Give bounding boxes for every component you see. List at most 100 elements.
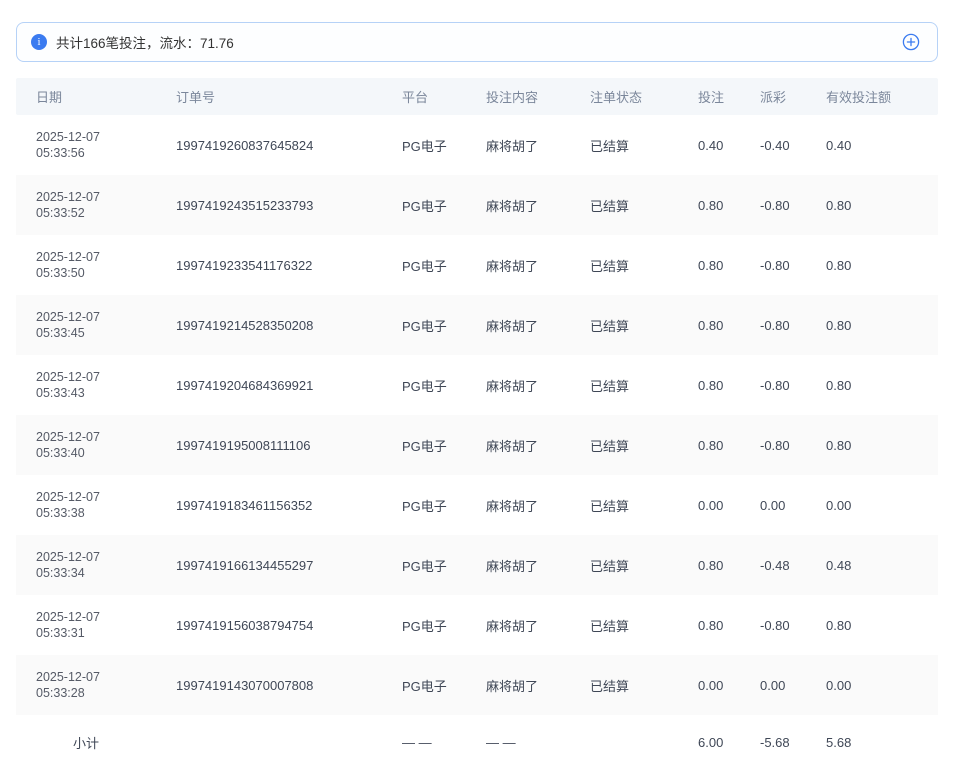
cell-content: 麻将胡了 [466, 355, 570, 415]
cell-date: 2025-12-07 05:33:28 [16, 655, 156, 715]
header-order-no: 订单号 [156, 78, 382, 115]
cell-date-day: 2025-12-07 [36, 489, 156, 505]
cell-date-time: 05:33:28 [36, 685, 156, 701]
cell-status: 已结算 [570, 475, 678, 535]
cell-platform: PG电子 [382, 295, 466, 355]
cell-date-day: 2025-12-07 [36, 309, 156, 325]
summary-text: 共计166笔投注，流水：71.76 [56, 32, 901, 52]
cell-bet: 0.80 [678, 355, 740, 415]
cell-bet: 0.80 [678, 295, 740, 355]
cell-date-day: 2025-12-07 [36, 189, 156, 205]
cell-content: 麻将胡了 [466, 655, 570, 715]
cell-valid-bet: 0.80 [806, 595, 938, 655]
cell-order-no: 1997419233541176322 [156, 235, 382, 295]
cell-date-time: 05:33:56 [36, 145, 156, 161]
cell-content: 麻将胡了 [466, 175, 570, 235]
table-row: 2025-12-07 05:33:40 1997419195008111106 … [16, 415, 938, 475]
summary-banner: i 共计166笔投注，流水：71.76 [16, 22, 938, 62]
bet-records-table: 日期 订单号 平台 投注内容 注单状态 投注 派彩 有效投注额 2025-12-… [16, 78, 938, 767]
cell-status: 已结算 [570, 235, 678, 295]
cell-bet: 0.00 [678, 655, 740, 715]
cell-order-no: 1997419183461156352 [156, 475, 382, 535]
plus-circle-icon[interactable] [901, 32, 921, 52]
cell-valid-bet: 0.00 [806, 655, 938, 715]
cell-platform: PG电子 [382, 475, 466, 535]
cell-bet: 0.40 [678, 115, 740, 175]
table-row: 2025-12-07 05:33:50 1997419233541176322 … [16, 235, 938, 295]
cell-order-no: 1997419156038794754 [156, 595, 382, 655]
table-row: 2025-12-07 05:33:28 1997419143070007808 … [16, 655, 938, 715]
cell-date-time: 05:33:50 [36, 265, 156, 281]
cell-date: 2025-12-07 05:33:40 [16, 415, 156, 475]
cell-status: 已结算 [570, 415, 678, 475]
table-footer: 小计 — — — — 6.00 -5.68 5.68 [16, 715, 938, 767]
cell-date-day: 2025-12-07 [36, 429, 156, 445]
subtotal-platform: — — [382, 715, 466, 767]
cell-platform: PG电子 [382, 415, 466, 475]
info-circle-icon: i [31, 34, 47, 50]
cell-date: 2025-12-07 05:33:45 [16, 295, 156, 355]
cell-order-no: 1997419195008111106 [156, 415, 382, 475]
cell-bet: 0.80 [678, 595, 740, 655]
cell-valid-bet: 0.80 [806, 415, 938, 475]
cell-date-time: 05:33:34 [36, 565, 156, 581]
subtotal-content: — — [466, 715, 570, 767]
cell-platform: PG电子 [382, 535, 466, 595]
cell-valid-bet: 0.80 [806, 235, 938, 295]
cell-date: 2025-12-07 05:33:43 [16, 355, 156, 415]
cell-content: 麻将胡了 [466, 415, 570, 475]
cell-platform: PG电子 [382, 235, 466, 295]
cell-date: 2025-12-07 05:33:38 [16, 475, 156, 535]
subtotal-row: 小计 — — — — 6.00 -5.68 5.68 [16, 715, 938, 767]
table-row: 2025-12-07 05:33:52 1997419243515233793 … [16, 175, 938, 235]
cell-date-day: 2025-12-07 [36, 669, 156, 685]
subtotal-status [570, 715, 678, 767]
header-status: 注单状态 [570, 78, 678, 115]
cell-content: 麻将胡了 [466, 475, 570, 535]
cell-date-day: 2025-12-07 [36, 129, 156, 145]
cell-date-time: 05:33:40 [36, 445, 156, 461]
cell-bet: 0.80 [678, 175, 740, 235]
table-row: 2025-12-07 05:33:43 1997419204684369921 … [16, 355, 938, 415]
cell-valid-bet: 0.40 [806, 115, 938, 175]
cell-order-no: 1997419166134455297 [156, 535, 382, 595]
cell-payout: -0.80 [740, 295, 806, 355]
subtotal-payout: -5.68 [740, 715, 806, 767]
cell-payout: -0.80 [740, 235, 806, 295]
table-row: 2025-12-07 05:33:31 1997419156038794754 … [16, 595, 938, 655]
cell-content: 麻将胡了 [466, 535, 570, 595]
subtotal-label: 小计 [16, 715, 156, 767]
cell-status: 已结算 [570, 595, 678, 655]
cell-date-time: 05:33:45 [36, 325, 156, 341]
cell-order-no: 1997419214528350208 [156, 295, 382, 355]
cell-valid-bet: 0.00 [806, 475, 938, 535]
cell-date: 2025-12-07 05:33:34 [16, 535, 156, 595]
cell-status: 已结算 [570, 115, 678, 175]
cell-date-day: 2025-12-07 [36, 549, 156, 565]
cell-payout: -0.48 [740, 535, 806, 595]
cell-content: 麻将胡了 [466, 595, 570, 655]
cell-date: 2025-12-07 05:33:52 [16, 175, 156, 235]
cell-platform: PG电子 [382, 115, 466, 175]
cell-order-no: 1997419260837645824 [156, 115, 382, 175]
table-row: 2025-12-07 05:33:45 1997419214528350208 … [16, 295, 938, 355]
cell-bet: 0.00 [678, 475, 740, 535]
cell-platform: PG电子 [382, 655, 466, 715]
cell-date: 2025-12-07 05:33:50 [16, 235, 156, 295]
subtotal-bet: 6.00 [678, 715, 740, 767]
cell-valid-bet: 0.80 [806, 295, 938, 355]
header-platform: 平台 [382, 78, 466, 115]
cell-date-time: 05:33:43 [36, 385, 156, 401]
cell-date: 2025-12-07 05:33:31 [16, 595, 156, 655]
subtotal-valid-bet: 5.68 [806, 715, 938, 767]
cell-platform: PG电子 [382, 355, 466, 415]
cell-valid-bet: 0.80 [806, 355, 938, 415]
header-content: 投注内容 [466, 78, 570, 115]
cell-order-no: 1997419243515233793 [156, 175, 382, 235]
cell-payout: 0.00 [740, 475, 806, 535]
subtotal-order-no [156, 715, 382, 767]
cell-bet: 0.80 [678, 535, 740, 595]
table-row: 2025-12-07 05:33:34 1997419166134455297 … [16, 535, 938, 595]
table-row: 2025-12-07 05:33:38 1997419183461156352 … [16, 475, 938, 535]
cell-date-day: 2025-12-07 [36, 369, 156, 385]
